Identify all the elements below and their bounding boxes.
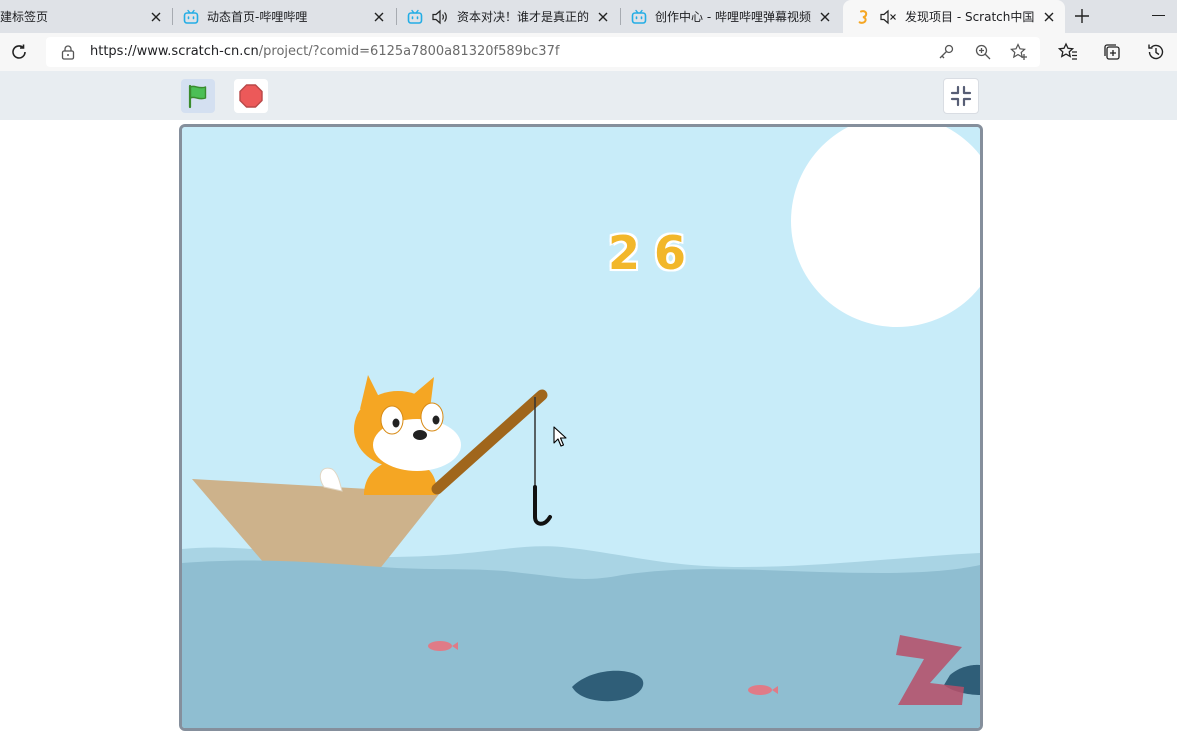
close-icon[interactable] <box>148 9 164 25</box>
close-icon[interactable] <box>817 9 833 25</box>
muted-speaker-icon[interactable] <box>879 9 897 25</box>
zoom-icon[interactable] <box>974 43 992 61</box>
green-flag-icon <box>188 84 207 109</box>
pink-fish <box>748 685 772 695</box>
bilibili-icon <box>631 9 647 24</box>
tab-title: 建标签页 <box>0 10 49 24</box>
tab-bilibili-creator[interactable]: 创作中心 - 哔哩哔哩弹幕视频 <box>621 0 841 33</box>
tab-title: 动态首页-哔哩哔哩 <box>207 10 308 24</box>
lock-icon[interactable] <box>61 44 75 60</box>
favorites-icon[interactable] <box>1058 42 1078 62</box>
tab-new-tab[interactable]: 建标签页 <box>0 0 172 33</box>
stop-button[interactable] <box>234 79 268 113</box>
speaker-icon[interactable] <box>431 9 449 25</box>
new-tab-button[interactable] <box>1071 5 1093 27</box>
exit-fullscreen-icon <box>950 85 972 107</box>
pink-fish <box>428 641 452 651</box>
url-text[interactable]: https://www.scratch-cn.cn/project/?comid… <box>90 44 559 59</box>
water-front <box>182 560 980 728</box>
bilibili-icon <box>183 9 199 24</box>
tab-strip: 建标签页 动态首页-哔哩哔哩 资本对决！谁才是真正的 创作中心 - 哔哩哔哩弹幕… <box>0 0 1177 33</box>
tab-title: 发现项目 - Scratch中国 <box>905 10 1035 24</box>
url-path: /project/?comid=6125a7800a81320f589bc37f <box>258 44 560 59</box>
player-controls <box>0 71 1177 120</box>
collections-icon[interactable] <box>1102 42 1122 62</box>
scratch-icon <box>858 9 868 24</box>
close-icon[interactable] <box>595 9 611 25</box>
address-bar[interactable]: https://www.scratch-cn.cn/project/?comid… <box>46 37 1040 67</box>
tab-bilibili-home[interactable]: 动态首页-哔哩哔哩 <box>173 0 395 33</box>
tab-title: 创作中心 - 哔哩哔哩弹幕视频 <box>655 10 811 24</box>
plus-icon <box>1075 9 1089 23</box>
mouse-cursor-icon <box>553 426 567 447</box>
add-favorite-icon[interactable] <box>1010 43 1028 61</box>
green-flag-button[interactable] <box>181 79 215 113</box>
close-icon[interactable] <box>371 9 387 25</box>
project-stage[interactable]: 26 <box>179 124 983 731</box>
tab-scratch-discover[interactable]: 发现项目 - Scratch中国 <box>843 0 1065 33</box>
stage-scene <box>182 127 980 728</box>
bilibili-icon <box>407 9 423 24</box>
minimize-button[interactable] <box>1152 15 1165 16</box>
history-icon[interactable] <box>1146 42 1166 62</box>
tab-title: 资本对决！谁才是真正的 <box>457 10 590 24</box>
close-icon[interactable] <box>1041 9 1057 25</box>
browser-toolbar: https://www.scratch-cn.cn/project/?comid… <box>0 33 1177 71</box>
url-host: https://www.scratch-cn.cn <box>90 44 259 59</box>
tab-bilibili-video[interactable]: 资本对决！谁才是真正的 <box>397 0 619 33</box>
reload-icon <box>12 44 26 59</box>
exit-fullscreen-button[interactable] <box>943 78 979 114</box>
score-display: 26 <box>608 226 701 280</box>
reload-button[interactable] <box>8 41 30 63</box>
stop-icon <box>239 84 263 108</box>
key-icon[interactable] <box>937 43 955 61</box>
